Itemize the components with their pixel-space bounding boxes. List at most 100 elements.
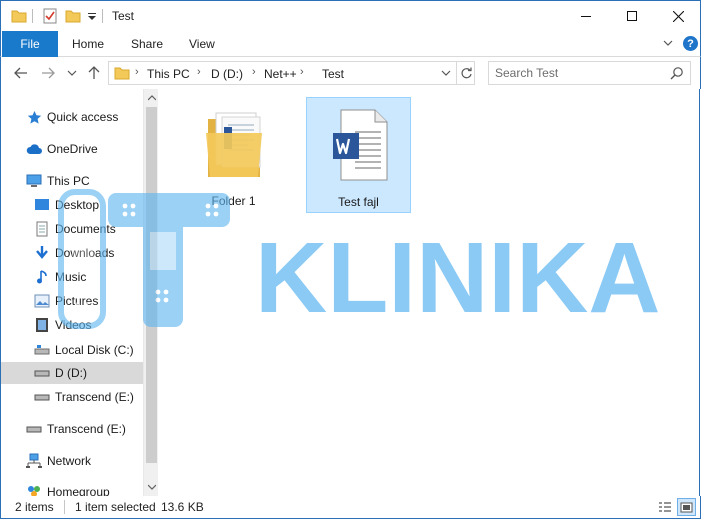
file-name: Test fajl <box>338 195 379 209</box>
sidebar-scrollbar[interactable] <box>143 89 158 496</box>
homegroup-icon <box>26 484 42 496</box>
minimize-button[interactable] <box>563 1 609 31</box>
tab-view[interactable]: View <box>189 37 215 51</box>
usb-drive-icon <box>34 389 50 405</box>
breadcrumb-netpp[interactable]: Net++ <box>264 67 297 81</box>
sidebar-item-label: Homegroup <box>47 485 110 496</box>
sidebar-item-this-pc[interactable]: This PC <box>1 170 143 192</box>
toolbar-separator <box>102 9 103 23</box>
navigation-bar: › This PC › D (D:) › Net++ › Test <box>0 57 701 89</box>
chevron-down-icon <box>441 70 451 76</box>
refresh-icon <box>460 67 472 78</box>
sidebar-item-transcend-e[interactable]: Transcend (E:) <box>1 386 143 408</box>
sidebar-item-label: Music <box>55 270 87 284</box>
usb-drive-icon <box>26 421 42 437</box>
folder-icon <box>205 112 262 177</box>
large-icons-view-button[interactable] <box>677 498 696 516</box>
folder-icon[interactable] <box>10 7 28 25</box>
selection-count: 1 item selected <box>75 500 156 514</box>
sidebar-item-label: Documents <box>55 222 116 236</box>
breadcrumb-separator[interactable]: › <box>197 66 201 78</box>
window-title: Test <box>112 9 135 23</box>
sidebar-item-local-disk-c[interactable]: Local Disk (C:) <box>1 339 143 361</box>
search-icon[interactable] <box>670 66 684 83</box>
toolbar-separator <box>32 9 33 23</box>
up-button[interactable] <box>85 64 103 82</box>
sidebar-item-label: D (D:) <box>55 366 87 380</box>
recent-locations-button[interactable] <box>66 64 78 82</box>
new-folder-icon[interactable] <box>64 7 82 25</box>
search-box[interactable] <box>488 61 691 85</box>
navigation-pane: Quick access OneDrive This PC Desktop Do… <box>0 89 158 496</box>
sidebar-item-videos[interactable]: Videos <box>1 314 143 336</box>
back-button[interactable] <box>12 64 30 82</box>
word-document-icon <box>332 109 387 181</box>
sidebar-item-downloads[interactable]: Downloads <box>1 242 143 264</box>
network-icon <box>26 453 42 469</box>
cloud-icon <box>26 141 42 157</box>
breadcrumb-test[interactable]: Test <box>322 67 344 81</box>
forward-button[interactable] <box>39 64 57 82</box>
sidebar-item-pictures[interactable]: Pictures <box>1 290 143 312</box>
details-view-button[interactable] <box>655 498 674 516</box>
search-input[interactable] <box>495 65 665 81</box>
folder-thumbnail <box>181 97 286 189</box>
sidebar-item-label: Pictures <box>55 294 99 308</box>
sidebar-item-label: Network <box>47 454 92 468</box>
sidebar-item-music[interactable]: Music <box>1 266 143 288</box>
customize-dropdown-icon[interactable] <box>86 7 98 25</box>
star-icon <box>26 109 42 125</box>
tab-share[interactable]: Share <box>131 37 163 51</box>
scroll-down-arrow-icon[interactable] <box>144 480 158 494</box>
sidebar-item-label: OneDrive <box>47 142 98 156</box>
sidebar-item-quick-access[interactable]: Quick access <box>1 106 143 128</box>
sidebar-item-documents[interactable]: Documents <box>1 218 143 240</box>
address-bar[interactable]: › This PC › D (D:) › Net++ › Test <box>108 61 475 85</box>
help-icon[interactable]: ? <box>683 36 698 51</box>
breadcrumb-d-drive[interactable]: D (D:) <box>211 67 243 81</box>
address-dropdown-button[interactable] <box>439 65 453 81</box>
sidebar-item-label: Transcend (E:) <box>55 390 134 404</box>
title-bar: Test <box>0 0 701 31</box>
sidebar-item-onedrive[interactable]: OneDrive <box>1 138 143 160</box>
download-icon <box>34 245 50 261</box>
breadcrumb-this-pc[interactable]: This PC <box>147 67 190 81</box>
sidebar-item-network[interactable]: Network <box>1 450 143 472</box>
file-item-folder[interactable]: Folder 1 <box>181 97 286 213</box>
file-name: Folder 1 <box>211 194 256 208</box>
computer-icon <box>26 173 42 189</box>
expand-ribbon-chevron-icon[interactable] <box>662 37 674 52</box>
maximize-button[interactable] <box>609 1 655 31</box>
properties-check-icon[interactable] <box>41 7 59 25</box>
breadcrumb-separator[interactable]: › <box>252 66 256 78</box>
ribbon-tabs: File Home Share View ? <box>0 31 701 57</box>
sidebar-item-homegroup[interactable]: Homegroup <box>1 481 143 496</box>
sidebar-item-d-drive[interactable]: D (D:) <box>1 362 143 384</box>
close-button[interactable] <box>655 1 701 31</box>
file-list[interactable]: Folder 1 Test fajl <box>158 89 700 496</box>
sidebar-item-transcend-e-root[interactable]: Transcend (E:) <box>1 418 143 440</box>
item-count: 2 items <box>15 500 54 514</box>
sidebar-item-label: Local Disk (C:) <box>55 343 134 357</box>
drive-icon <box>34 365 50 381</box>
scroll-up-arrow-icon[interactable] <box>144 91 158 105</box>
tab-home[interactable]: Home <box>72 37 104 51</box>
breadcrumb-separator[interactable]: › <box>135 66 139 78</box>
desktop-icon <box>34 197 50 213</box>
arrow-left-icon <box>14 67 27 79</box>
music-icon <box>34 269 50 285</box>
documents-icon <box>34 221 50 237</box>
scrollbar-thumb[interactable] <box>146 107 157 463</box>
sidebar-item-desktop[interactable]: Desktop <box>1 194 143 216</box>
tab-file[interactable]: File <box>2 31 58 57</box>
breadcrumb-separator[interactable]: › <box>300 66 304 78</box>
close-icon <box>672 10 684 22</box>
sidebar-item-label: Downloads <box>55 246 115 260</box>
arrow-up-icon <box>88 66 100 79</box>
status-bar: 2 items 1 item selected 13.6 KB <box>0 496 701 519</box>
chevron-down-icon <box>67 70 77 76</box>
refresh-button[interactable] <box>456 62 475 84</box>
sidebar-item-label: Videos <box>55 318 92 332</box>
drive-icon <box>34 342 50 358</box>
file-item-word-document[interactable]: Test fajl <box>306 97 411 213</box>
